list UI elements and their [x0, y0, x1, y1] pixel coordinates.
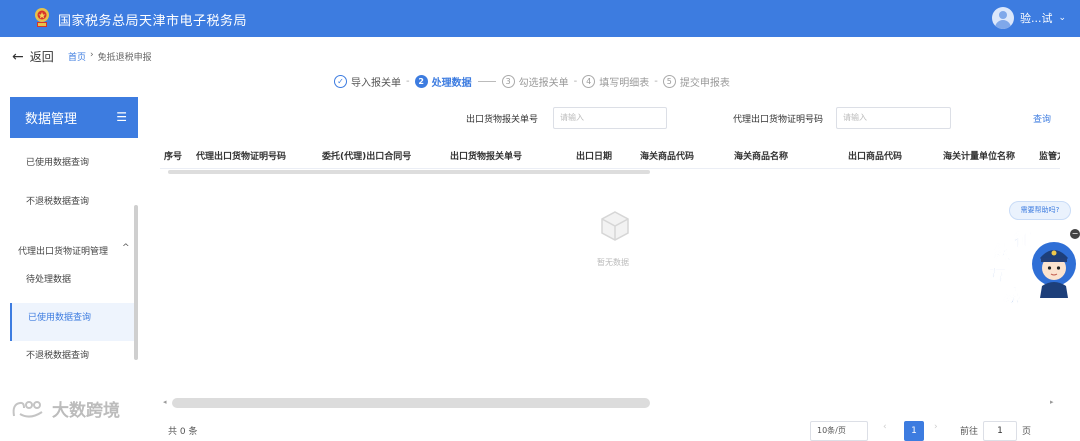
tax-emblem-icon: [35, 8, 49, 27]
step-separator: -: [573, 76, 578, 87]
current-page-button[interactable]: 1: [904, 421, 924, 441]
step-select-declarations: 3 勾选报关单: [501, 74, 569, 89]
query-button[interactable]: 查询: [1033, 112, 1051, 125]
column-header: 出口货物报关单号: [450, 152, 523, 162]
sidebar-header: 数据管理 ☰: [10, 97, 138, 138]
progress-steps: ✓ 导入报关单 - 2 处理数据 3 勾选报关单 - 4 填写明细表 - 5 提…: [334, 74, 730, 89]
step-number: 5: [662, 75, 676, 88]
arrow-left-icon: ←: [12, 48, 24, 65]
table-horizontal-scrollbar[interactable]: [172, 398, 650, 408]
step-number: 2: [414, 75, 428, 88]
help-char[interactable]: 纳: [994, 238, 1012, 264]
site-title: 国家税务总局天津市电子税务局: [58, 14, 248, 29]
step-label: 导入报关单: [351, 78, 401, 89]
step-number: 3: [501, 75, 515, 88]
prev-page-button[interactable]: ‹: [883, 422, 887, 432]
step-label: 填写明细表: [599, 78, 650, 89]
user-name[interactable]: 验...试: [1020, 10, 1053, 26]
step-label: 勾选报关单: [518, 78, 569, 89]
step-separator: -: [406, 76, 410, 87]
scroll-right-icon[interactable]: ▸: [1050, 398, 1054, 406]
header-scrollbar[interactable]: [168, 170, 650, 174]
chevron-up-icon[interactable]: ^: [122, 243, 130, 253]
sidebar-title: 数据管理: [25, 112, 78, 127]
sidebar-item-agent-no-refund-query[interactable]: 不退税数据查询: [26, 348, 89, 361]
column-header: 出口商品代码: [848, 152, 903, 162]
column-header: 海关计量单位名称: [943, 152, 1016, 162]
step-import-declarations: ✓ 导入报关单: [334, 74, 401, 89]
sidebar-item-pending-data[interactable]: 待处理数据: [26, 272, 71, 285]
step-fill-details: 4 填写明细表: [582, 74, 649, 89]
help-char[interactable]: 动: [1003, 282, 1021, 308]
declaration-number-input[interactable]: 请输入: [553, 107, 667, 129]
check-circle-icon: ✓: [334, 75, 347, 88]
jump-suffix: 页: [1022, 427, 1032, 437]
next-page-button[interactable]: ›: [934, 422, 938, 432]
certificate-number-input[interactable]: 请输入: [836, 107, 951, 129]
back-button[interactable]: ← 返回: [12, 48, 54, 65]
jump-page-input[interactable]: 1: [983, 421, 1017, 441]
step-submit-report: 5 提交申报表: [662, 74, 730, 89]
back-label: 返回: [29, 50, 54, 64]
column-header: 序号: [164, 152, 183, 162]
breadcrumb: 首页 › 免抵退税申报: [68, 50, 152, 63]
step-number: 4: [582, 75, 596, 88]
step-process-data: 2 处理数据: [414, 74, 472, 89]
step-separator: -: [654, 76, 658, 87]
column-header: 海关商品代码: [640, 152, 695, 162]
sidebar-group-agent-certificate[interactable]: 代理出口货物证明管理: [18, 244, 108, 257]
step-label: 处理数据: [431, 78, 472, 89]
watermark-logo-icon: [12, 400, 43, 418]
sidebar-scrollbar[interactable]: [134, 205, 138, 360]
menu-collapse-icon[interactable]: ☰: [116, 110, 127, 124]
column-header: 代理出口货物证明号码: [196, 152, 287, 162]
table-header: 序号 代理出口货物证明号码 委托(代理)出口合同号 出口货物报关单号 出口日期 …: [160, 141, 1060, 169]
top-header: 国家税务总局天津市电子税务局 验...试 ⌄: [0, 0, 1080, 37]
declaration-number-label: 出口货物报关单号: [466, 115, 539, 125]
column-header: 委托(代理)出口合同号: [322, 152, 412, 162]
breadcrumb-separator: ›: [90, 50, 94, 60]
step-label: 提交申报表: [679, 78, 730, 89]
column-header: 监管方: [1039, 152, 1060, 162]
sidebar-item-used-data-query[interactable]: 已使用数据查询: [26, 155, 89, 168]
column-header: 海关商品名称: [734, 152, 789, 162]
jump-label: 前往: [960, 427, 979, 437]
certificate-number-label: 代理出口货物证明号码: [733, 115, 824, 125]
mascot-officer-icon[interactable]: [1030, 234, 1076, 298]
sidebar-item-no-refund-query[interactable]: 不退税数据查询: [26, 194, 89, 207]
user-menu[interactable]: 验...试 ⌄: [991, 7, 1066, 29]
watermark-text: 大数跨境: [52, 401, 120, 421]
step-connector: [477, 81, 496, 82]
page-size-select[interactable]: 10条/页: [810, 421, 868, 441]
help-char[interactable]: 征: [1014, 226, 1032, 252]
chevron-down-icon[interactable]: ⌄: [1058, 13, 1066, 23]
column-header: 出口日期: [576, 152, 613, 162]
total-count: 共 0 条: [168, 427, 198, 437]
empty-state-text: 暂无数据: [597, 258, 629, 267]
sidebar-item-agent-used-data-query[interactable]: 已使用数据查询: [28, 310, 91, 323]
watermark: 大数跨境: [10, 396, 120, 421]
help-bubble[interactable]: 需要帮助吗?: [1009, 201, 1071, 220]
breadcrumb-current: 免抵退税申报: [97, 53, 152, 63]
breadcrumb-home[interactable]: 首页: [68, 50, 86, 63]
avatar[interactable]: [991, 7, 1014, 29]
scroll-left-icon[interactable]: ◂: [163, 398, 167, 406]
empty-box-icon: [601, 211, 629, 241]
